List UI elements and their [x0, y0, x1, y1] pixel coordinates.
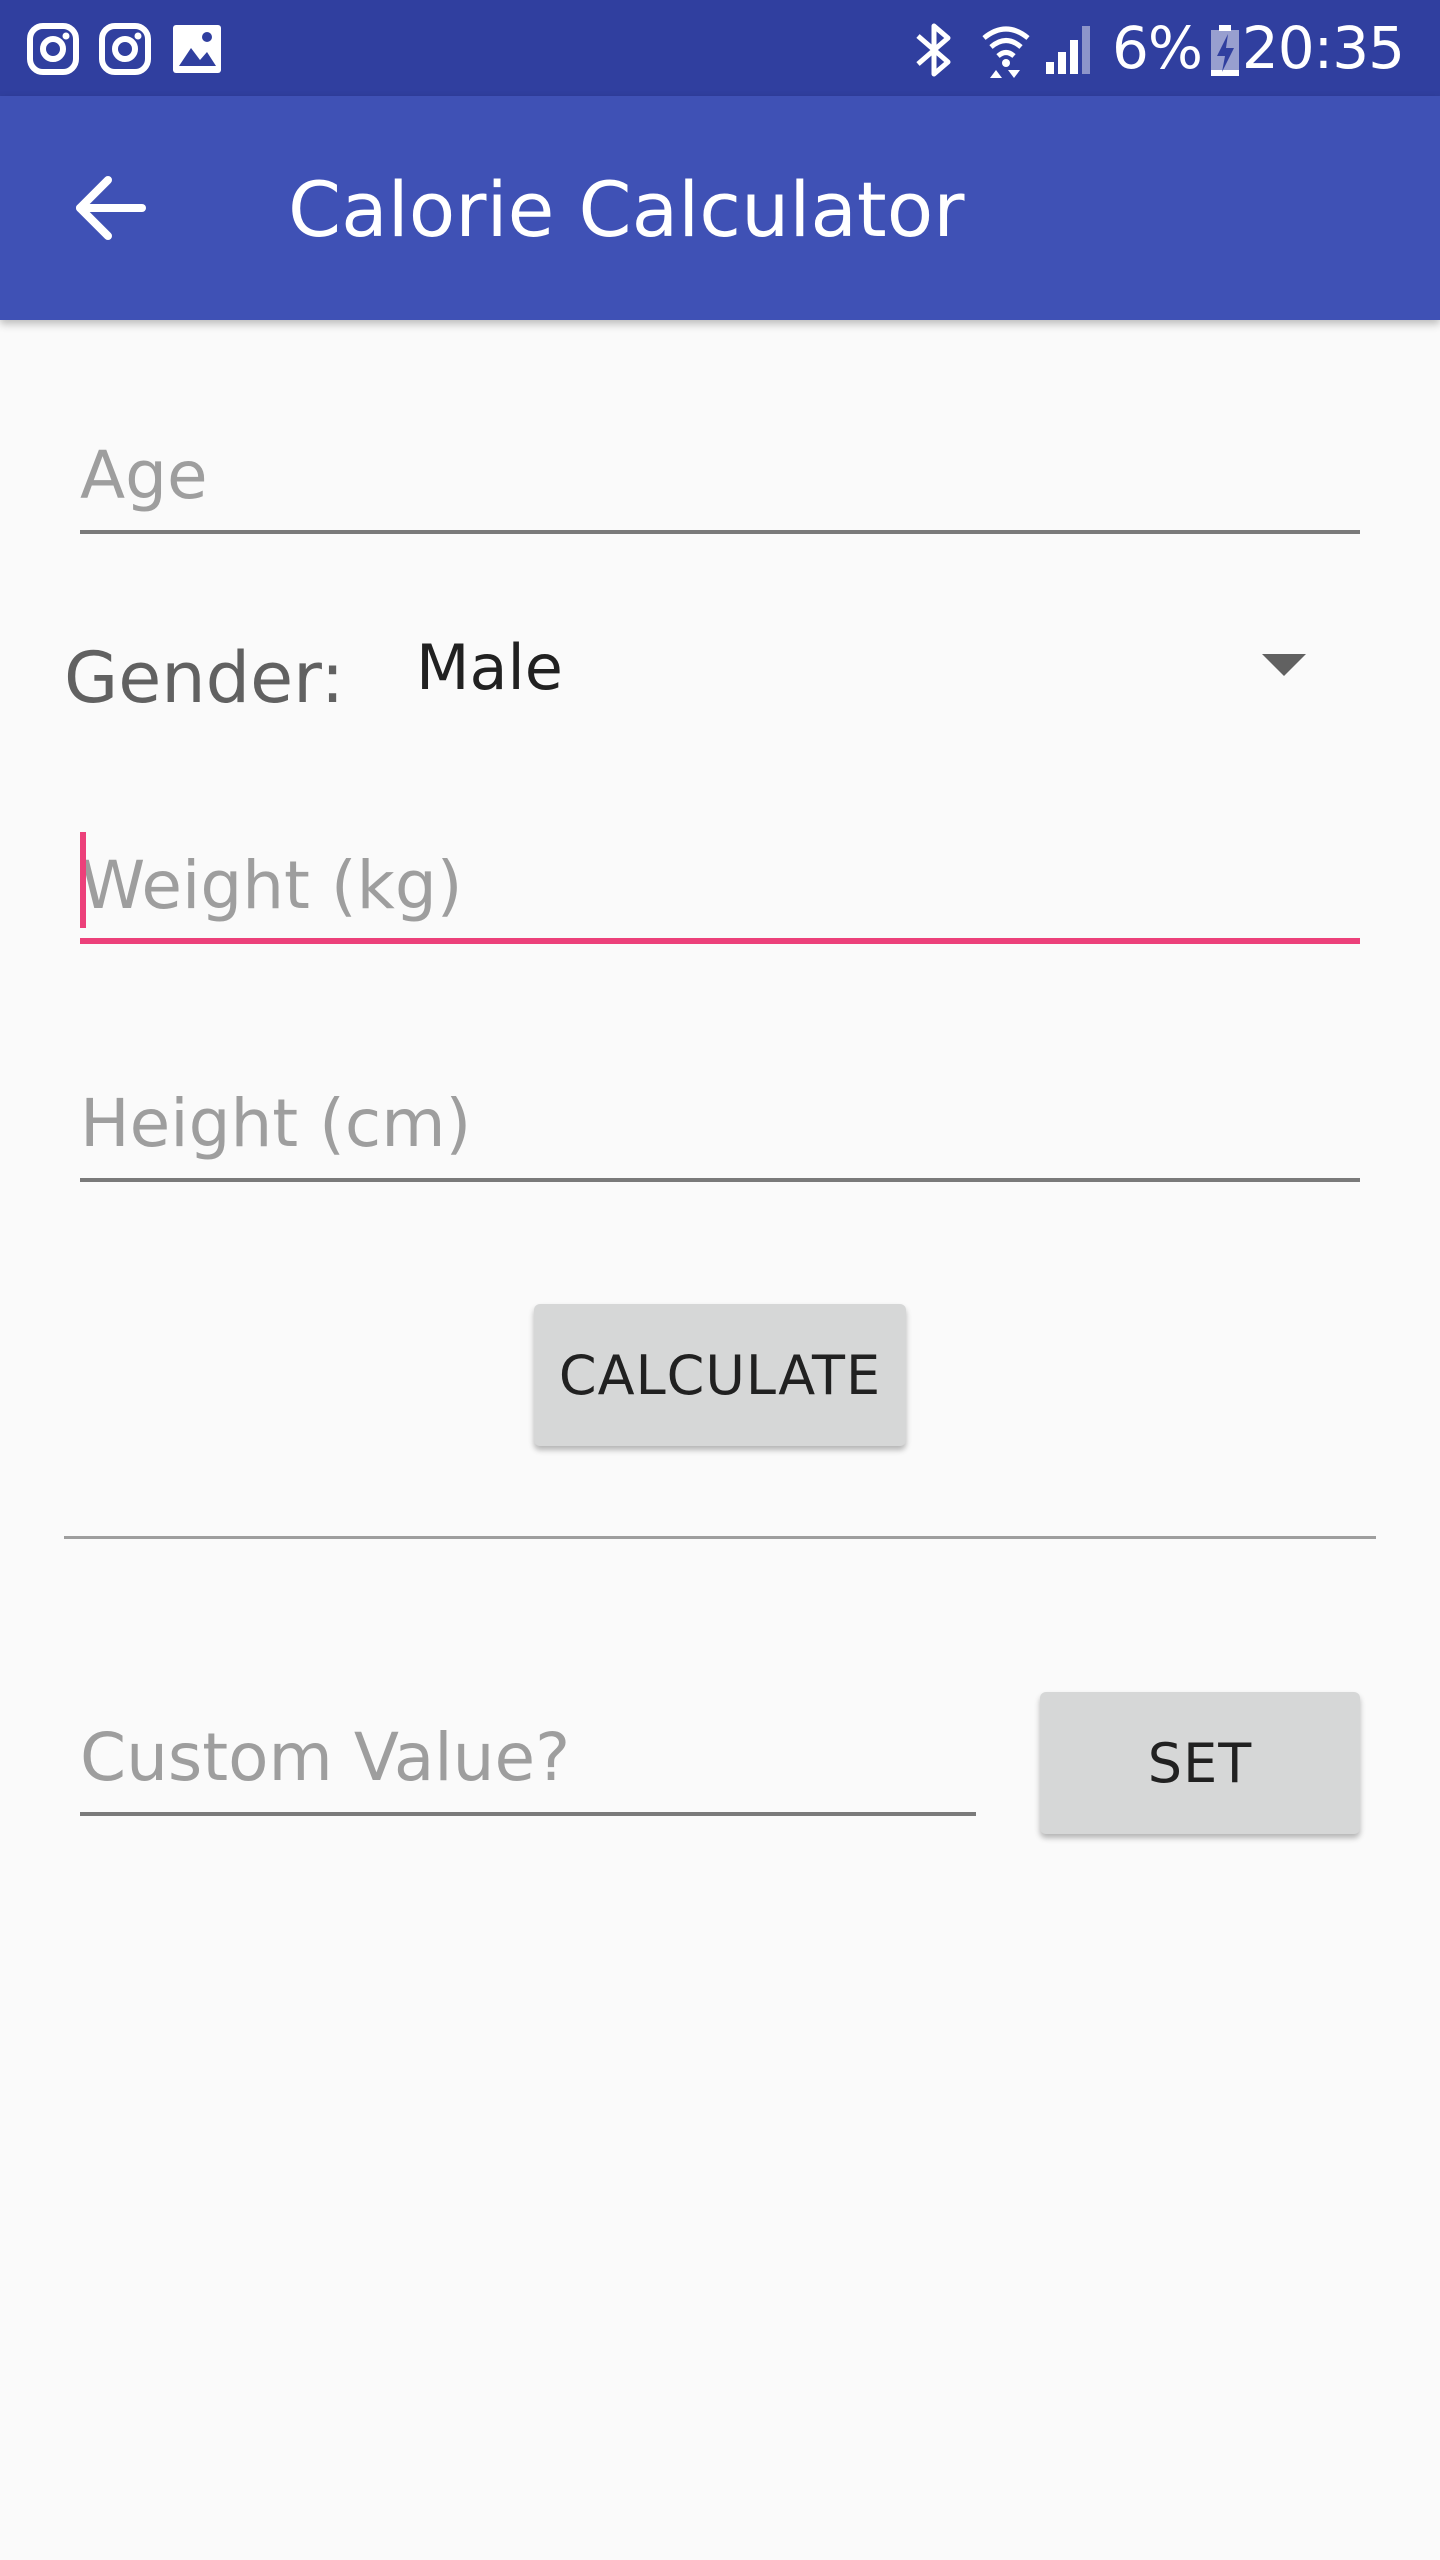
age-underline: [80, 530, 1360, 534]
height-input[interactable]: Height (cm): [80, 1046, 1360, 1182]
signal-icon: [1046, 26, 1090, 74]
height-underline: [80, 1178, 1360, 1182]
instagram-icon: [27, 23, 79, 75]
battery-percent: 6%: [1111, 14, 1203, 82]
height-placeholder: Height (cm): [80, 1085, 472, 1162]
wifi-icon: [982, 26, 1030, 78]
bluetooth-icon: [916, 23, 951, 77]
custom-value-input[interactable]: Custom Value?: [80, 1680, 976, 1816]
gender-dropdown[interactable]: Male: [400, 612, 1344, 722]
calculate-button[interactable]: CALCULATE: [534, 1304, 906, 1446]
custom-value-underline: [80, 1812, 976, 1816]
gender-selected-value: Male: [416, 631, 563, 704]
custom-value-placeholder: Custom Value?: [80, 1719, 571, 1796]
calorie-calculator-screen: 6% 20:35 Calorie Calculator Age Gender: …: [0, 0, 1440, 2560]
weight-input[interactable]: Weight (kg): [80, 808, 1360, 944]
app-bar: Calorie Calculator: [0, 96, 1440, 320]
age-input[interactable]: Age: [80, 400, 1360, 534]
image-icon: [173, 25, 221, 73]
status-bar: 6% 20:35: [0, 0, 1440, 96]
text-cursor: [80, 832, 86, 928]
dropdown-arrow-icon: [1262, 654, 1306, 676]
arrow-back-icon[interactable]: [72, 168, 152, 248]
age-placeholder: Age: [80, 437, 208, 514]
weight-underline: [80, 938, 1360, 944]
page-title: Calorie Calculator: [288, 165, 965, 254]
weight-placeholder: Weight (kg): [80, 847, 463, 924]
clock-time: 20:35: [1241, 14, 1405, 82]
gender-label: Gender:: [64, 637, 345, 719]
divider: [64, 1536, 1376, 1539]
set-button[interactable]: SET: [1040, 1692, 1360, 1834]
battery-charging-icon: [1211, 25, 1239, 76]
instagram-icon: [99, 23, 151, 75]
